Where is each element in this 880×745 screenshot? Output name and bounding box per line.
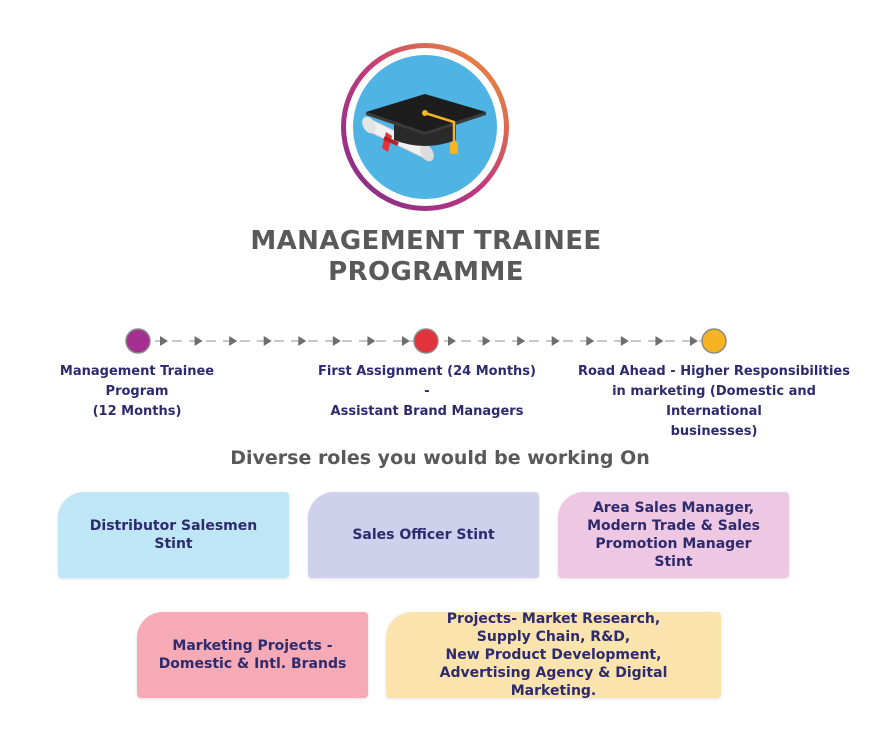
timeline-arrow-icon [448, 336, 456, 346]
milestone-label-road-ahead: Road Ahead - Higher Responsibilities in … [577, 364, 850, 439]
title-line-1: MANAGEMENT TRAINEE [250, 226, 602, 256]
timeline-arrow-icon [586, 336, 595, 346]
timeline-arrow-icon [332, 336, 341, 346]
timeline-arrow-icon [482, 336, 491, 346]
timeline [0, 320, 880, 364]
timeline-arrow-icon [298, 336, 307, 346]
programme-logo [338, 40, 512, 214]
timeline-arrow-icon [367, 336, 376, 346]
timeline-graphic [125, 328, 727, 354]
page-title: MANAGEMENT TRAINEE PROGRAMME [200, 226, 652, 288]
role-card-area-sales-manager: Area Sales Manager, Modern Trade & Sales P… [558, 492, 789, 578]
milestone-dot-3 [701, 328, 727, 354]
graduation-cap-icon [341, 43, 509, 211]
role-card-projects-research: Projects- Market Research, Supply Chain, … [386, 611, 721, 699]
timeline-arrow-icon [517, 336, 526, 346]
timeline-arrow-icon [263, 336, 272, 346]
timeline-arrow-icon [690, 336, 698, 346]
timeline-arrow-icon [160, 336, 168, 346]
roles-heading: Diverse roles you would be working On [230, 447, 650, 469]
timeline-arrow-icon [620, 336, 629, 346]
milestone-label-first-assignment: First Assignment (24 Months) - Assistant… [318, 364, 536, 419]
timeline-arrow-icon [551, 336, 560, 346]
milestone-label-trainee-program: Management Trainee Program (12 Months) [59, 364, 215, 419]
role-card-sales-officer: Sales Officer Stint [308, 492, 539, 578]
title-line-2: PROGRAMME [328, 257, 524, 287]
milestone-dot-1 [125, 328, 151, 354]
milestone-dot-2 [413, 328, 439, 354]
timeline-arrow-icon [229, 336, 238, 346]
timeline-arrow-icon [402, 336, 410, 346]
role-card-distributor-salesmen: Distributor Salesmen Stint [58, 492, 289, 578]
timeline-arrow-icon [655, 336, 664, 346]
timeline-arrow-icon [194, 336, 203, 346]
role-card-marketing-projects: Marketing Projects - Domestic & Intl. Bra… [137, 612, 368, 698]
